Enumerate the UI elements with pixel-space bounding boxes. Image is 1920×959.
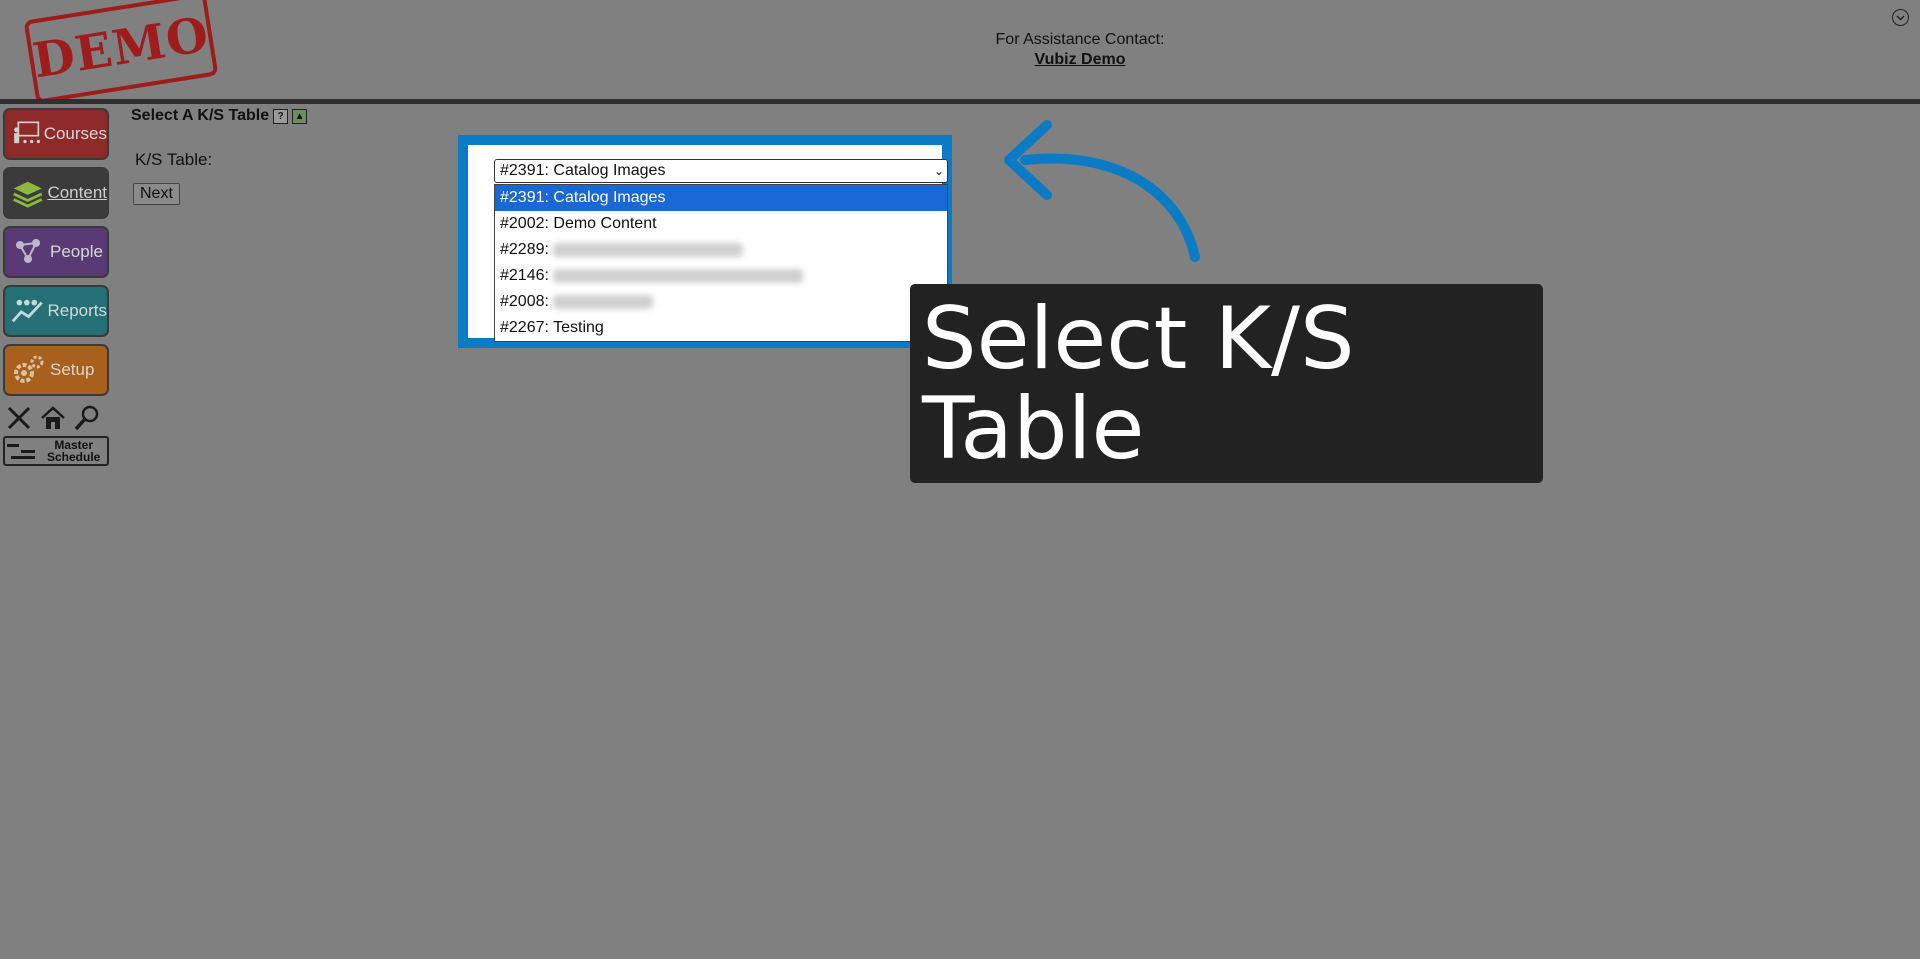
assistance-label: For Assistance Contact:	[995, 31, 1165, 48]
content-icon	[13, 181, 43, 208]
sidebar-item-setup[interactable]: Setup	[3, 344, 109, 396]
sidebar-item-reports[interactable]: Reports	[3, 285, 109, 337]
chevron-down-icon: ⌄	[933, 164, 944, 178]
callout-text: Select K/S Table	[922, 289, 1355, 479]
collapse-header-button[interactable]	[1892, 9, 1909, 26]
next-button[interactable]: Next	[133, 183, 180, 205]
ks-table-options: #2391: Catalog Images #2002: Demo Conten…	[494, 184, 948, 342]
chevron-down-icon	[1896, 14, 1905, 21]
redacted-text	[553, 242, 744, 257]
assistance-link[interactable]: Vubiz Demo	[960, 51, 1200, 69]
help-icon[interactable]: ?	[273, 108, 289, 124]
option-2289[interactable]: #2289:	[495, 237, 947, 263]
pointer-arrow-icon	[1004, 120, 1200, 262]
sidebar-item-label: Content	[47, 183, 107, 202]
demo-stamp-logo: DEMO	[23, 0, 219, 104]
sidebar-item-label: Setup	[50, 360, 95, 379]
option-2002[interactable]: #2002: Demo Content	[495, 211, 947, 237]
select-value: #2391: Catalog Images	[500, 162, 666, 179]
tool-row	[5, 404, 101, 432]
sidebar-item-content[interactable]: Content	[3, 167, 109, 219]
header: DEMO For Assistance Contact: Vubiz Demo	[0, 0, 1920, 104]
search-icon[interactable]	[73, 404, 101, 432]
option-2267[interactable]: #2267: Testing	[495, 315, 947, 341]
reports-icon	[11, 299, 43, 323]
close-icon[interactable]	[5, 404, 33, 432]
header-divider	[0, 99, 1920, 104]
option-2146[interactable]: #2146:	[495, 263, 947, 289]
ks-table-label: K/S Table:	[135, 150, 213, 169]
sidebar-item-people[interactable]: People	[3, 226, 109, 278]
setup-icon	[14, 355, 44, 383]
ks-table-select[interactable]: #2391: Catalog Images ⌄	[494, 159, 948, 183]
highlight-inner: #2391: Catalog Images ⌄ #2391: Catalog I…	[468, 145, 948, 342]
option-2391[interactable]: #2391: Catalog Images	[495, 185, 947, 211]
page-title-text: Select A K/S Table	[131, 107, 270, 124]
home-icon[interactable]	[39, 404, 67, 432]
master-schedule-button[interactable]: Master Schedule	[3, 436, 109, 466]
sidebar-item-label: Reports	[47, 301, 107, 320]
schedule-icon	[7, 444, 35, 459]
redacted-text	[553, 294, 654, 309]
option-2008[interactable]: #2008:	[495, 289, 947, 315]
courses-icon	[14, 121, 41, 144]
page-title: Select A K/S Table ? ▲	[131, 107, 308, 125]
people-icon	[16, 239, 40, 263]
sidebar-item-label: People	[50, 242, 103, 261]
master-schedule-label: Master Schedule	[47, 438, 101, 464]
sidebar-item-label: Courses	[43, 124, 107, 143]
highlight-frame: #2391: Catalog Images ⌄ #2391: Catalog I…	[458, 135, 952, 348]
assistance-contact: For Assistance Contact: Vubiz Demo	[960, 31, 1200, 69]
info-icon[interactable]: ▲	[292, 108, 308, 124]
tutorial-callout: Select K/S Table	[910, 284, 1543, 483]
sidebar-item-courses[interactable]: Courses	[3, 108, 109, 160]
redacted-text	[553, 268, 804, 283]
